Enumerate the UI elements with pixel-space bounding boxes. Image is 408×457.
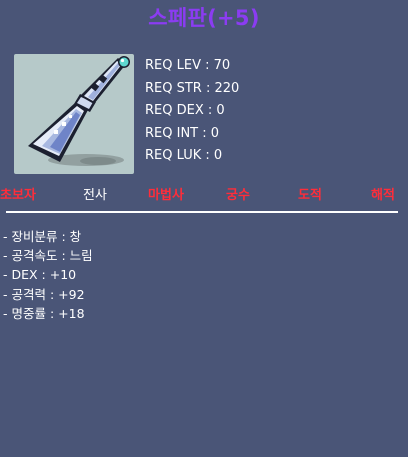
req-dex: REQ DEX : 0: [145, 103, 225, 118]
spear-icon: [28, 56, 130, 166]
divider: [6, 211, 398, 213]
req-str: REQ STR : 220: [145, 80, 240, 96]
req-luk: REQ LUK : 0: [145, 148, 223, 163]
job-requirements: 초보자 전사 마법사 궁수 도적 해적: [0, 184, 408, 206]
stat-attack: - 공격력 : +92: [3, 286, 85, 302]
stat-dex: - DEX : +10: [3, 267, 77, 283]
item-image: [14, 54, 134, 174]
item-name: 스페판(+5): [148, 6, 260, 30]
item-stats: - 장비분류 : 창 - 공격속도 : 느림 - DEX : +10 - 공격력…: [3, 227, 93, 323]
item-tooltip: 스페판(+5) REQ LEV: 70 REQ STR: 220 REQ D…: [0, 0, 408, 457]
job-magician: 마법사: [148, 188, 184, 203]
req-level: REQ LEV : 70: [145, 58, 231, 73]
stat-attack-speed: - 공격속도 : 느림: [3, 248, 93, 264]
job-pirate: 해적: [371, 188, 395, 203]
stat-category: - 장비분류 : 창: [3, 229, 82, 244]
job-warrior: 전사: [83, 188, 107, 203]
job-beginner: 초보자: [0, 188, 36, 203]
stat-accuracy: - 명중률 : +18: [3, 305, 85, 321]
requirements-list: REQ LEV : 70 REQ STR : 220 REQ DEX : 0 R…: [145, 55, 345, 168]
req-int: REQ INT : 0: [145, 125, 220, 141]
job-thief: 도적: [298, 188, 322, 203]
job-archer: 궁수: [226, 188, 250, 203]
